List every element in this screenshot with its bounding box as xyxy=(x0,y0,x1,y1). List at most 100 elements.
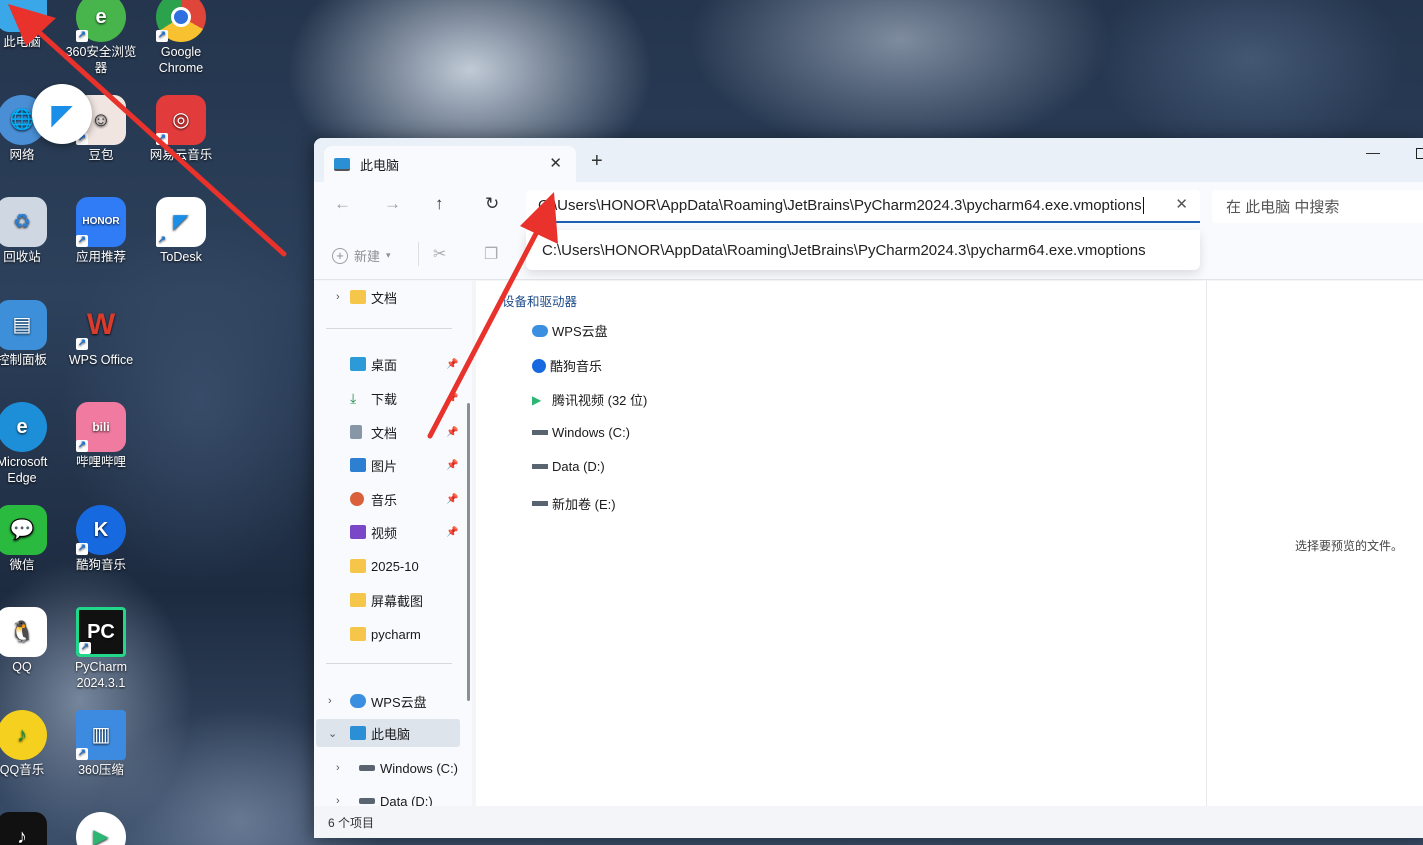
folder-icon xyxy=(350,593,366,607)
desktop-icon-control-panel[interactable]: ▤ 控制面板 xyxy=(0,300,62,368)
shortcut-arrow-icon: ↗ xyxy=(79,642,91,654)
close-tab-icon[interactable]: ✕ xyxy=(549,154,562,172)
desktop-icon-this-pc[interactable]: 此电脑 xyxy=(0,0,62,50)
title-bar: 此电脑 ✕ + — xyxy=(314,138,1423,182)
recycle-bin-icon: ♻ xyxy=(0,197,47,247)
section-header-devices[interactable]: 设备和驱动器 xyxy=(502,291,577,310)
back-arrow-icon[interactable]: ← xyxy=(334,194,351,214)
forward-arrow-icon[interactable]: → xyxy=(384,194,401,214)
sidebar-item-music[interactable]: 音乐 📌 xyxy=(314,485,460,513)
desktop-icon-360-browser[interactable]: e ↗ 360安全浏览器 xyxy=(61,0,141,76)
content-pane: 设备和驱动器 WPS云盘 酷狗音乐 ▶ 腾讯视频 (32 位) Windows … xyxy=(476,281,1206,806)
chevron-right-icon: › xyxy=(328,695,332,707)
desktop-folder-icon xyxy=(350,357,366,371)
maximize-button[interactable] xyxy=(1416,148,1423,159)
search-input[interactable]: 在 此电脑 中搜索 xyxy=(1212,190,1423,223)
desktop-icon-qq-music[interactable]: ♪ QQ音乐 xyxy=(0,710,62,778)
kugou-drive-icon xyxy=(532,358,546,373)
item-drive-d[interactable]: Data (D:) xyxy=(532,459,605,474)
item-wps-cloud[interactable]: WPS云盘 xyxy=(532,321,608,340)
todesk-floating-icon[interactable]: ◤ xyxy=(32,84,92,144)
desktop-icon-qq[interactable]: 🐧 QQ xyxy=(0,607,62,675)
minimize-button[interactable]: — xyxy=(1366,144,1380,160)
new-tab-button[interactable]: + xyxy=(591,150,603,173)
sidebar-item-this-pc[interactable]: ⌄ 此电脑 xyxy=(316,719,460,747)
sidebar-scrollbar[interactable] xyxy=(467,403,470,701)
shortcut-arrow-icon: ↗ xyxy=(76,235,88,247)
sidebar-item-drive-c[interactable]: › Windows (C:) xyxy=(314,754,460,782)
desktop-icon-recycle-bin[interactable]: ♻ 回收站 xyxy=(0,197,62,265)
pin-icon[interactable]: 📌 xyxy=(446,460,458,471)
pin-icon[interactable]: 📌 xyxy=(446,494,458,505)
copy-icon[interactable]: ❐ xyxy=(484,244,498,264)
sidebar-item-documents[interactable]: 文档 📌 xyxy=(314,418,460,446)
toolbar-divider xyxy=(418,242,419,266)
sidebar-item-wps-cloud[interactable]: › WPS云盘 xyxy=(314,687,460,715)
item-count: 6 个项目 xyxy=(328,816,375,830)
preview-pane: 选择要预览的文件。 xyxy=(1206,281,1423,806)
desktop-icon-bilibili[interactable]: bili ↗ 哔哩哔哩 xyxy=(61,402,141,470)
desktop-icon-app-recommend[interactable]: HONOR ↗ 应用推荐 xyxy=(61,197,141,265)
item-drive-e[interactable]: 新加卷 (E:) xyxy=(532,494,616,513)
shortcut-arrow-icon: ↗ xyxy=(76,338,88,350)
address-suggestion-item[interactable]: C:\Users\HONOR\AppData\Roaming\JetBrains… xyxy=(526,230,1200,270)
computer-icon xyxy=(0,0,47,32)
desktop-icon-todesk[interactable]: ◤ ↗ ToDesk xyxy=(141,197,221,265)
tab-this-pc[interactable]: 此电脑 ✕ xyxy=(324,146,576,182)
wechat-icon: 💬 xyxy=(0,505,47,555)
sidebar-item-screenshots[interactable]: 屏幕截图 xyxy=(314,586,460,614)
desktop-icon-tiktok[interactable]: ♪ xyxy=(0,812,62,845)
shortcut-arrow-icon: ↗ xyxy=(76,30,88,42)
tencent-video-icon: ▶ xyxy=(76,812,126,845)
text-caret xyxy=(1142,197,1144,214)
sidebar-item-pictures[interactable]: 图片 📌 xyxy=(314,451,460,479)
desktop-icon-wechat[interactable]: 💬 微信 xyxy=(0,505,62,573)
item-kugou-music[interactable]: 酷狗音乐 xyxy=(532,356,602,375)
desktop-icon-netease-music[interactable]: ◎ ↗ 网易云音乐 xyxy=(141,95,221,163)
desktop-icon-edge[interactable]: e Microsoft Edge xyxy=(0,402,62,486)
status-bar: 6 个项目 xyxy=(314,806,1423,838)
shortcut-arrow-icon: ↗ xyxy=(76,748,88,760)
netease-music-icon: ◎ ↗ xyxy=(156,95,206,145)
pin-icon[interactable]: 📌 xyxy=(446,359,458,370)
browser-360-icon: e ↗ xyxy=(76,0,126,42)
search-placeholder: 在 此电脑 中搜索 xyxy=(1226,199,1340,216)
sidebar-item-videos[interactable]: 视频 📌 xyxy=(314,518,460,546)
navigation-bar: ← → ↑ ↻ C:\Users\HONOR\AppData\Roaming\J… xyxy=(314,182,1423,228)
item-tencent-video[interactable]: ▶ 腾讯视频 (32 位) xyxy=(532,390,647,409)
sidebar-item-desktop[interactable]: 桌面 📌 xyxy=(314,350,460,378)
qq-icon: 🐧 xyxy=(0,607,47,657)
documents-icon xyxy=(350,425,362,439)
new-button[interactable]: + 新建 ▾ xyxy=(332,246,391,265)
pin-icon[interactable]: 📌 xyxy=(446,427,458,438)
desktop-icon-pycharm[interactable]: PC ↗ PyCharm 2024.3.1 xyxy=(61,607,141,691)
sidebar-item-documents-top[interactable]: › 文档 xyxy=(314,283,460,311)
sidebar-item-downloads[interactable]: ⤓ 下载 📌 xyxy=(314,384,460,412)
sidebar-item-pycharm[interactable]: pycharm xyxy=(314,620,460,648)
kugou-icon: K ↗ xyxy=(76,505,126,555)
desktop-icon-chrome[interactable]: ↗ Google Chrome xyxy=(141,0,221,76)
cut-icon[interactable]: ✂ xyxy=(433,244,446,264)
tencent-video-icon: ▶ xyxy=(532,392,542,407)
address-bar-input[interactable]: C:\Users\HONOR\AppData\Roaming\JetBrains… xyxy=(526,190,1200,223)
pin-icon[interactable]: 📌 xyxy=(446,527,458,538)
refresh-icon[interactable]: ↻ xyxy=(485,194,499,214)
sidebar-item-2025-10[interactable]: 2025-10 xyxy=(314,552,460,580)
desktop-icon-wps-office[interactable]: W ↗ WPS Office xyxy=(61,300,141,368)
shortcut-arrow-icon: ↗ xyxy=(156,133,168,145)
desktop-icon-kugou[interactable]: K ↗ 酷狗音乐 xyxy=(61,505,141,573)
shortcut-arrow-icon: ↗ xyxy=(156,30,168,42)
navigation-pane: › 文档 桌面 📌 ⤓ 下载 📌 文档 📌 图片 📌 音乐 📌 视频 📌 202… xyxy=(314,281,472,809)
item-drive-c[interactable]: Windows (C:) xyxy=(532,425,630,440)
pin-icon[interactable]: 📌 xyxy=(446,393,458,404)
tab-title: 此电脑 xyxy=(360,157,400,173)
wps-cloud-icon xyxy=(532,324,548,337)
address-text: C:\Users\HONOR\AppData\Roaming\JetBrains… xyxy=(538,197,1142,214)
desktop-icon-tencent-video[interactable]: ▶ xyxy=(61,812,141,845)
download-icon: ⤓ xyxy=(350,390,357,406)
clear-address-icon[interactable]: ✕ xyxy=(1175,195,1188,213)
drive-icon xyxy=(359,798,375,804)
computer-icon xyxy=(334,157,350,171)
up-arrow-icon[interactable]: ↑ xyxy=(435,194,444,214)
desktop-icon-360-zip[interactable]: ▥ ↗ 360压缩 xyxy=(61,710,141,778)
